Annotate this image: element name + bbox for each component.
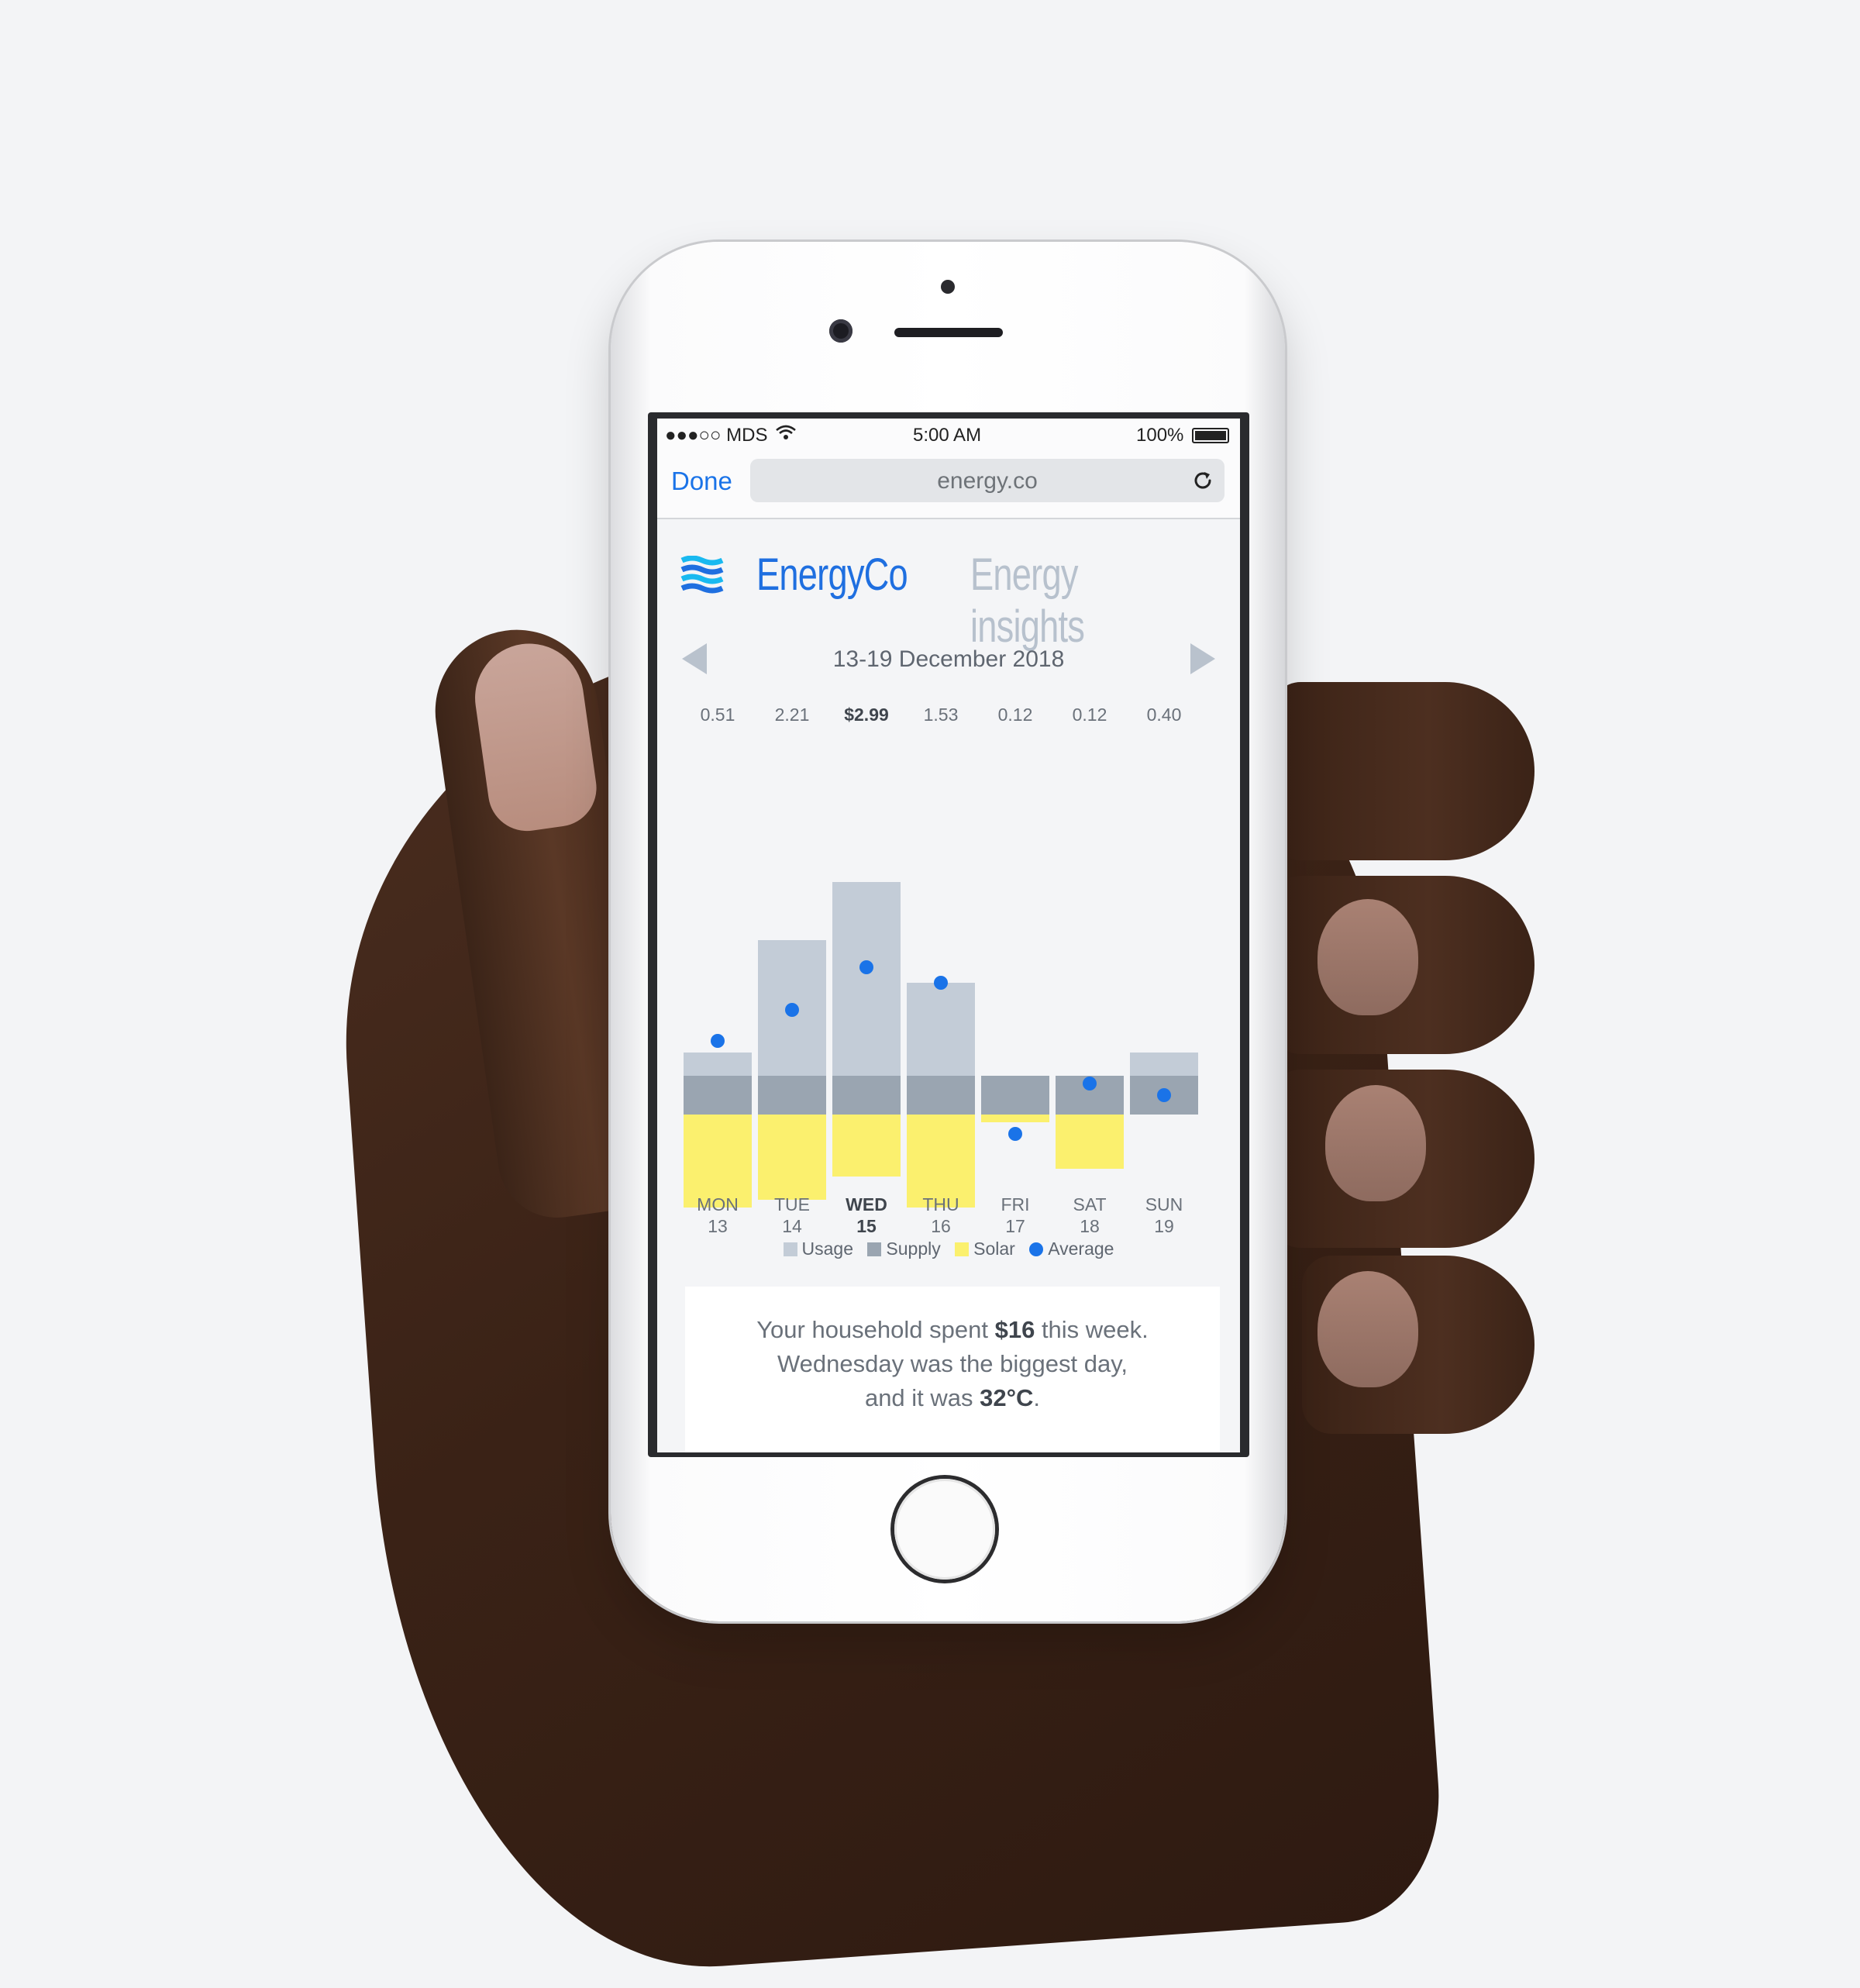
cost-label: 2.21 <box>775 705 810 725</box>
home-button[interactable] <box>894 1479 995 1580</box>
finger-nail <box>1318 1271 1418 1387</box>
cost-label: 0.12 <box>998 705 1033 725</box>
day-number-label: 13 <box>708 1216 728 1236</box>
finger-nail <box>1318 899 1418 1015</box>
day-number-label: 14 <box>782 1216 802 1236</box>
day-name-label: SAT <box>1073 1194 1106 1215</box>
carrier-signal: ●●●○○ MDS <box>665 425 768 446</box>
supply-bar <box>907 1076 975 1115</box>
cost-label: 0.40 <box>1147 705 1182 725</box>
phone-screen: ●●●○○ MDS 5:00 AM 100% Done energy.co En… <box>657 419 1240 1452</box>
earpiece-speaker <box>894 328 1003 337</box>
day-name-label: SUN <box>1145 1194 1183 1215</box>
brand-name[interactable]: EnergyCo <box>756 549 908 601</box>
average-point <box>1083 1077 1097 1090</box>
battery-icon <box>1192 428 1229 443</box>
usage-bar <box>684 1053 752 1076</box>
solar-bar <box>832 1115 901 1177</box>
supply-bar <box>758 1076 826 1115</box>
day-name-label: MON <box>697 1194 739 1215</box>
day-name-label: THU <box>922 1194 959 1215</box>
day-name-label: FRI <box>1001 1194 1029 1215</box>
legend-usage: Usage <box>783 1239 853 1259</box>
done-button[interactable]: Done <box>671 467 732 496</box>
peak-temperature: 32°C <box>980 1384 1034 1411</box>
average-point <box>1008 1127 1022 1141</box>
address-bar[interactable]: energy.co <box>750 459 1224 502</box>
weekly-spend: $16 <box>994 1316 1035 1343</box>
supply-bar <box>832 1076 901 1115</box>
solar-bar <box>981 1115 1049 1122</box>
reload-icon[interactable] <box>1190 468 1215 493</box>
day-number-label: 17 <box>1005 1216 1025 1236</box>
cost-label: 0.12 <box>1073 705 1107 725</box>
wifi-icon <box>776 425 796 439</box>
solar-swatch <box>955 1242 970 1256</box>
day-number-label: 16 <box>931 1216 951 1236</box>
hand-finger <box>1271 682 1534 860</box>
legend-average: Average <box>1029 1239 1114 1259</box>
day-name-label: TUE <box>774 1194 810 1215</box>
solar-bar <box>1056 1115 1124 1169</box>
summary-line-1: Your household spent $16 this week. <box>756 1316 1149 1343</box>
solar-bar <box>907 1115 975 1208</box>
energyco-logo-icon <box>680 556 724 594</box>
weekly-summary-card: Your household spent $16 this week. Wedn… <box>685 1287 1220 1452</box>
week-range: 13-19 December 2018 <box>832 646 1065 672</box>
solar-bar <box>684 1115 752 1208</box>
battery-percent: 100% <box>1136 425 1184 446</box>
usage-bar <box>832 882 901 1076</box>
browser-toolbar: Done energy.co <box>657 450 1240 519</box>
solar-bar <box>758 1115 826 1200</box>
front-camera <box>829 319 852 343</box>
usage-swatch <box>783 1242 797 1256</box>
day-name-label: WED <box>846 1194 887 1215</box>
usage-bar <box>1130 1053 1198 1076</box>
proximity-sensor <box>941 280 955 294</box>
cost-label: 0.51 <box>701 705 735 725</box>
average-point <box>711 1034 725 1048</box>
legend-supply: Supply <box>867 1239 941 1259</box>
finger-nail <box>1325 1085 1426 1201</box>
summary-line-3: and it was 32°C. <box>864 1384 1041 1411</box>
supply-bar <box>684 1076 752 1115</box>
average-point <box>1157 1088 1171 1102</box>
cost-label: 1.53 <box>924 705 959 725</box>
status-bar: ●●●○○ MDS 5:00 AM 100% <box>657 419 1240 450</box>
section-title: Energy insights <box>970 550 1085 652</box>
status-time: 5:00 AM <box>913 425 982 446</box>
day-number-label: 15 <box>856 1216 877 1236</box>
average-point <box>859 960 873 974</box>
chart-legend: Usage Supply Solar Average <box>657 1239 1240 1259</box>
day-number-label: 18 <box>1080 1216 1100 1236</box>
day-number-label: 19 <box>1154 1216 1174 1236</box>
usage-bar <box>907 983 975 1076</box>
summary-line-2: Wednesday was the biggest day, <box>777 1350 1128 1377</box>
average-point <box>934 976 948 990</box>
average-point <box>785 1003 799 1017</box>
next-week-icon[interactable] <box>1190 643 1215 674</box>
cost-label: $2.99 <box>844 705 889 725</box>
url-text: energy.co <box>937 468 1038 494</box>
supply-swatch <box>867 1242 882 1256</box>
supply-bar <box>981 1076 1049 1115</box>
average-swatch <box>1029 1242 1044 1256</box>
legend-solar: Solar <box>955 1239 1015 1259</box>
energy-chart: 0.51 MON13 2.21 TUE14 $2.99 WED15 1.53 THU16 0.1… <box>684 705 1198 1236</box>
